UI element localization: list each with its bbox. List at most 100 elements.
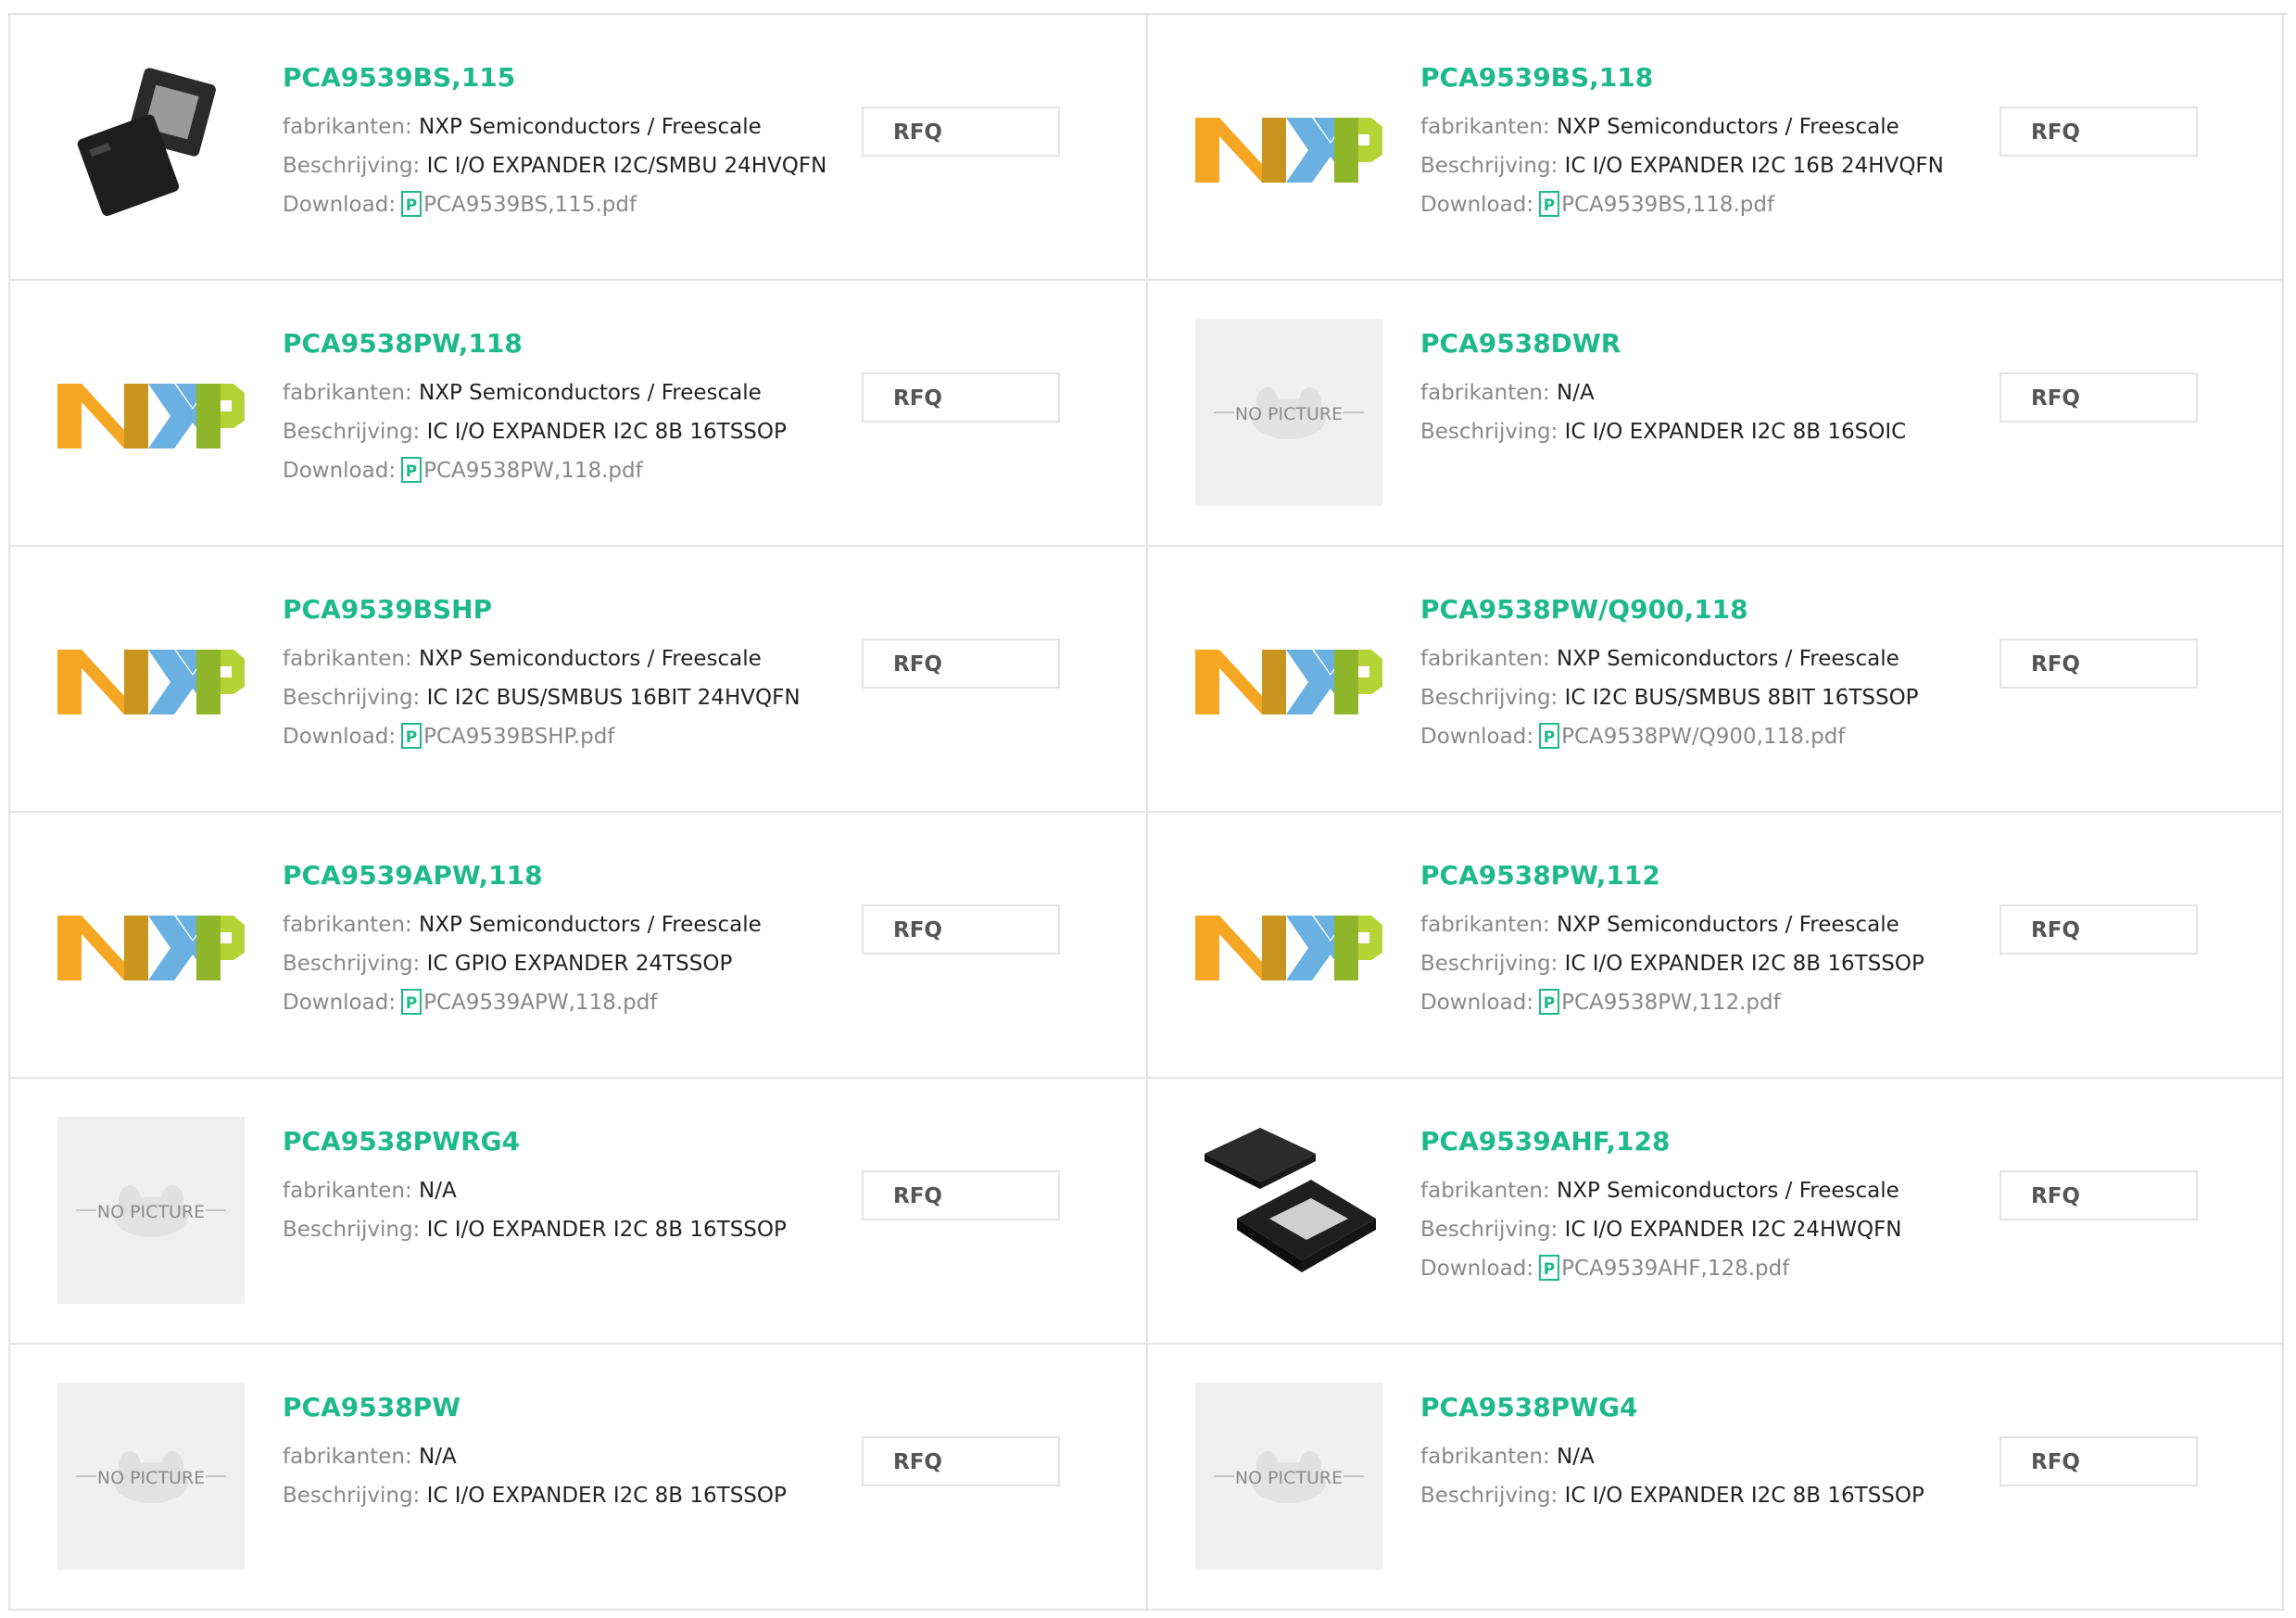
manufacturer-label: fabrikanten: (1420, 115, 1550, 139)
product-info: PCA9538PW fabrikanten: N/A Beschrijving:… (283, 1391, 857, 1515)
product-image[interactable] (1195, 851, 1382, 1038)
product-name-link[interactable]: PCA9539AHF,128 (1420, 1125, 1995, 1158)
pdf-link[interactable]: PCA9538PW,112.pdf (1561, 991, 1781, 1015)
manufacturer-label: fabrikanten: (283, 381, 412, 405)
product-image[interactable] (1195, 1117, 1382, 1304)
product-image[interactable] (1195, 585, 1382, 772)
product-image[interactable] (1195, 53, 1382, 240)
pdf-link[interactable]: PCA9538PW/Q900,118.pdf (1561, 725, 1845, 749)
product-name-link[interactable]: PCA9539APW,118 (283, 859, 857, 892)
pdf-icon[interactable]: P (401, 191, 423, 230)
pdf-link[interactable]: PCA9539APW,118.pdf (423, 991, 657, 1015)
product-card: PCA9538PW/Q900,118 fabrikanten: NXP Semi… (1146, 547, 2284, 813)
manufacturer-row: fabrikanten: N/A (1420, 1437, 1995, 1476)
manufacturer-row: fabrikanten: NXP Semiconductors / Freesc… (1420, 1171, 1995, 1210)
product-name-link[interactable]: PCA9538PWRG4 (283, 1125, 857, 1158)
product-card: NO PICTURE PCA9538DWR fabrikanten: N/A B… (1146, 281, 2284, 547)
description-row: Beschrijving: IC I/O EXPANDER I2C 8B 16T… (1420, 1476, 1995, 1515)
product-name-link[interactable]: PCA9539BS,118 (1420, 61, 1995, 95)
description-label: Beschrijving: (283, 686, 421, 710)
pdf-link[interactable]: PCA9539BS,115.pdf (423, 193, 637, 217)
product-image[interactable] (57, 585, 245, 772)
product-card: PCA9538PW,118 fabrikanten: NXP Semicondu… (8, 281, 1146, 547)
no-picture-image[interactable]: NO PICTURE (57, 1117, 245, 1304)
description-label: Beschrijving: (1420, 1484, 1558, 1508)
rfq-button[interactable]: RFQ (2000, 904, 2198, 954)
pdf-link[interactable]: PCA9539AHF,128.pdf (1561, 1257, 1789, 1281)
product-info: PCA9539BSHP fabrikanten: NXP Semiconduct… (283, 593, 857, 762)
pdf-icon[interactable]: P (1539, 723, 1560, 762)
rfq-button[interactable]: RFQ (862, 638, 1060, 689)
pdf-icon[interactable]: P (401, 723, 423, 762)
rfq-button[interactable]: RFQ (862, 1170, 1060, 1220)
pdf-icon[interactable]: P (1539, 1255, 1560, 1294)
rfq-button[interactable]: RFQ (2000, 373, 2198, 423)
product-info: PCA9539APW,118 fabrikanten: NXP Semicond… (283, 859, 857, 1028)
no-picture-image[interactable]: NO PICTURE (1195, 319, 1382, 506)
rfq-button[interactable]: RFQ (862, 373, 1060, 423)
product-info: PCA9539AHF,128 fabrikanten: NXP Semicond… (1420, 1125, 1995, 1294)
manufacturer-row: fabrikanten: NXP Semiconductors / Freesc… (283, 107, 857, 146)
product-name-link[interactable]: PCA9538PW/Q900,118 (1420, 593, 1995, 626)
product-image[interactable] (57, 319, 245, 506)
manufacturer-value: NXP Semiconductors / Freescale (1557, 1179, 1899, 1203)
rfq-button[interactable]: RFQ (862, 904, 1060, 954)
svg-text:P: P (406, 462, 417, 481)
download-row: Download: P PCA9538PW,112.pdf (1420, 983, 1995, 1028)
product-card: NO PICTURE PCA9538PWRG4 fabrikanten: N/A… (8, 1079, 1146, 1345)
product-name-link[interactable]: PCA9539BS,115 (283, 61, 857, 95)
rfq-button[interactable]: RFQ (2000, 1170, 2198, 1220)
download-row: Download: P PCA9539BSHP.pdf (283, 717, 857, 762)
rfq-button[interactable]: RFQ (2000, 107, 2198, 157)
description-value: IC I/O EXPANDER I2C 16B 24HVQFN (1564, 154, 1944, 178)
no-picture-image[interactable]: NO PICTURE (57, 1383, 245, 1570)
manufacturer-row: fabrikanten: NXP Semiconductors / Freesc… (1420, 107, 1995, 146)
pdf-icon[interactable]: P (1539, 989, 1560, 1028)
pdf-link[interactable]: PCA9538PW,118.pdf (423, 459, 643, 483)
pdf-icon[interactable]: P (401, 989, 423, 1028)
product-name-link[interactable]: PCA9538PW,112 (1420, 859, 1995, 892)
rfq-button[interactable]: RFQ (2000, 638, 2198, 689)
svg-text:NO PICTURE: NO PICTURE (1235, 404, 1343, 424)
rfq-button[interactable]: RFQ (2000, 1436, 2198, 1486)
product-name-link[interactable]: PCA9538DWR (1420, 327, 1995, 360)
product-image[interactable] (57, 851, 245, 1038)
description-row: Beschrijving: IC I2C BUS/SMBUS 8BIT 16TS… (1420, 678, 1995, 717)
pdf-icon[interactable]: P (401, 457, 423, 496)
svg-text:P: P (1544, 1260, 1555, 1279)
download-row: Download: P PCA9539APW,118.pdf (283, 983, 857, 1028)
rfq-button[interactable]: RFQ (862, 107, 1060, 157)
manufacturer-value: NXP Semiconductors / Freescale (1557, 913, 1899, 937)
pdf-icon[interactable]: P (1539, 191, 1560, 230)
manufacturer-row: fabrikanten: N/A (1420, 373, 1995, 412)
description-label: Beschrijving: (283, 952, 421, 976)
pdf-link[interactable]: PCA9539BSHP.pdf (423, 725, 614, 749)
pdf-link[interactable]: PCA9539BS,118.pdf (1561, 193, 1774, 217)
description-label: Beschrijving: (1420, 154, 1558, 178)
no-picture-image[interactable]: NO PICTURE (1195, 1383, 1382, 1570)
download-label: Download: (1420, 1257, 1534, 1281)
product-name-link[interactable]: PCA9538PWG4 (1420, 1391, 1995, 1424)
product-image[interactable] (57, 53, 245, 240)
product-info: PCA9538PW,118 fabrikanten: NXP Semicondu… (283, 327, 857, 496)
product-name-link[interactable]: PCA9538PW (283, 1391, 857, 1424)
product-card: PCA9539AHF,128 fabrikanten: NXP Semicond… (1146, 1079, 2284, 1345)
product-card: PCA9539BS,118 fabrikanten: NXP Semicondu… (1146, 15, 2284, 281)
product-name-link[interactable]: PCA9539BSHP (283, 593, 857, 626)
description-row: Beschrijving: IC I/O EXPANDER I2C 8B 16T… (283, 1210, 857, 1249)
product-name-link[interactable]: PCA9538PW,118 (283, 327, 857, 360)
manufacturer-row: fabrikanten: N/A (283, 1171, 857, 1210)
svg-text:P: P (406, 728, 417, 747)
manufacturer-label: fabrikanten: (283, 115, 412, 139)
description-value: IC I/O EXPANDER I2C 8B 16TSSOP (1564, 952, 1924, 976)
svg-text:P: P (1544, 728, 1555, 747)
product-card: PCA9539BSHP fabrikanten: NXP Semiconduct… (8, 547, 1146, 813)
download-row: Download: P PCA9539AHF,128.pdf (1420, 1249, 1995, 1294)
manufacturer-row: fabrikanten: NXP Semiconductors / Freesc… (283, 905, 857, 944)
product-card: PCA9539APW,118 fabrikanten: NXP Semicond… (8, 813, 1146, 1079)
rfq-button[interactable]: RFQ (862, 1436, 1060, 1486)
manufacturer-label: fabrikanten: (283, 913, 412, 937)
description-row: Beschrijving: IC I2C BUS/SMBUS 16BIT 24H… (283, 678, 857, 717)
manufacturer-label: fabrikanten: (1420, 1179, 1550, 1203)
manufacturer-label: fabrikanten: (1420, 647, 1550, 671)
